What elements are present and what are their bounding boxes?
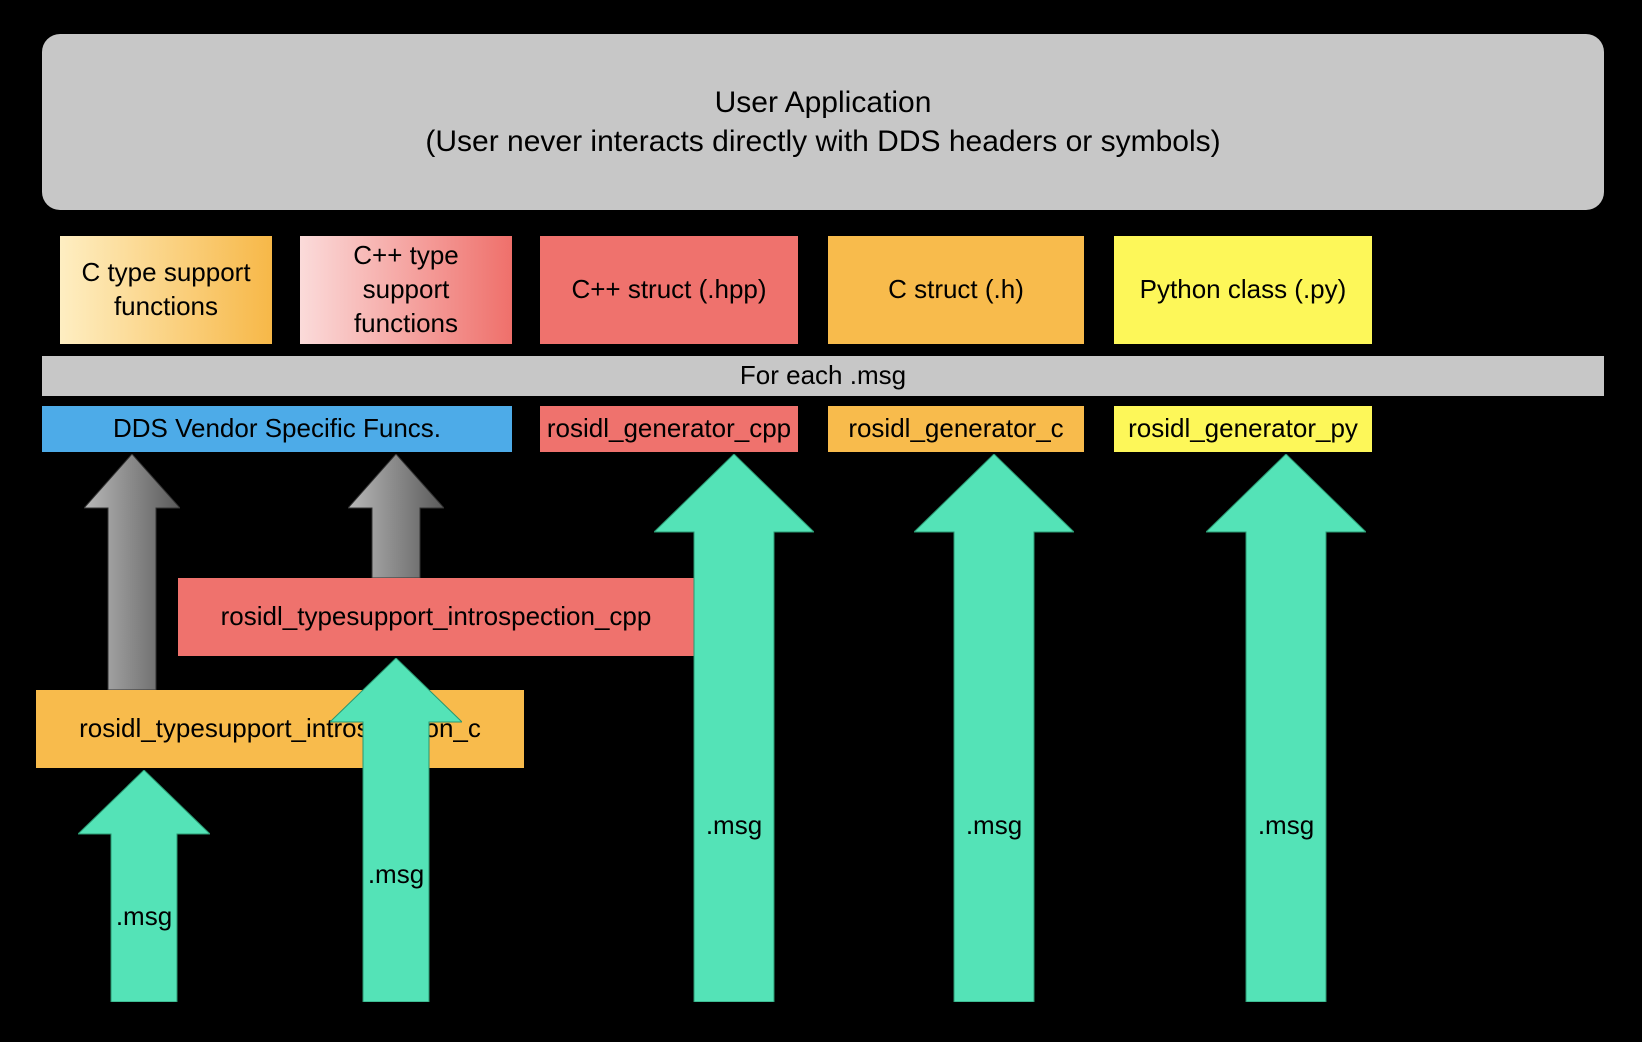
- msg-label: .msg: [368, 859, 424, 889]
- user-app-line2: (User never interacts directly with DDS …: [425, 122, 1220, 161]
- cpp-type-support-box: C++ type support functions: [300, 236, 512, 344]
- msg-label: .msg: [706, 810, 762, 840]
- user-application-box: User Application (User never interacts d…: [42, 34, 1604, 210]
- msg-label: .msg: [116, 901, 172, 931]
- cpp-struct-box: C++ struct (.hpp): [540, 236, 798, 344]
- teal-arrow-gen-c: .msg: [914, 454, 1074, 1002]
- rosidl-generator-c-box: rosidl_generator_c: [828, 406, 1084, 452]
- rosidl-typesupport-introspection-cpp-box: rosidl_typesupport_introspection_cpp: [178, 578, 694, 656]
- msg-label: .msg: [966, 810, 1022, 840]
- teal-arrow-gen-cpp: .msg: [654, 454, 814, 1002]
- rosidl-generator-py-box: rosidl_generator_py: [1114, 406, 1372, 452]
- rosidl-generator-cpp-box: rosidl_generator_cpp: [540, 406, 798, 452]
- python-class-box: Python class (.py): [1114, 236, 1372, 344]
- c-struct-box: C struct (.h): [828, 236, 1084, 344]
- c-type-support-box: C type support functions: [60, 236, 272, 344]
- user-app-line1: User Application: [715, 83, 932, 122]
- dds-vendor-box: DDS Vendor Specific Funcs.: [42, 406, 512, 452]
- for-each-msg-strip: For each .msg: [42, 356, 1604, 396]
- teal-arrow-gen-py: .msg: [1206, 454, 1366, 1002]
- teal-arrow-intro-c: .msg: [78, 770, 210, 1002]
- msg-label: .msg: [1258, 810, 1314, 840]
- teal-arrow-intro-cpp: .msg: [330, 658, 462, 1002]
- gray-arrow-left: [84, 454, 180, 690]
- gray-arrow-right: [348, 454, 444, 578]
